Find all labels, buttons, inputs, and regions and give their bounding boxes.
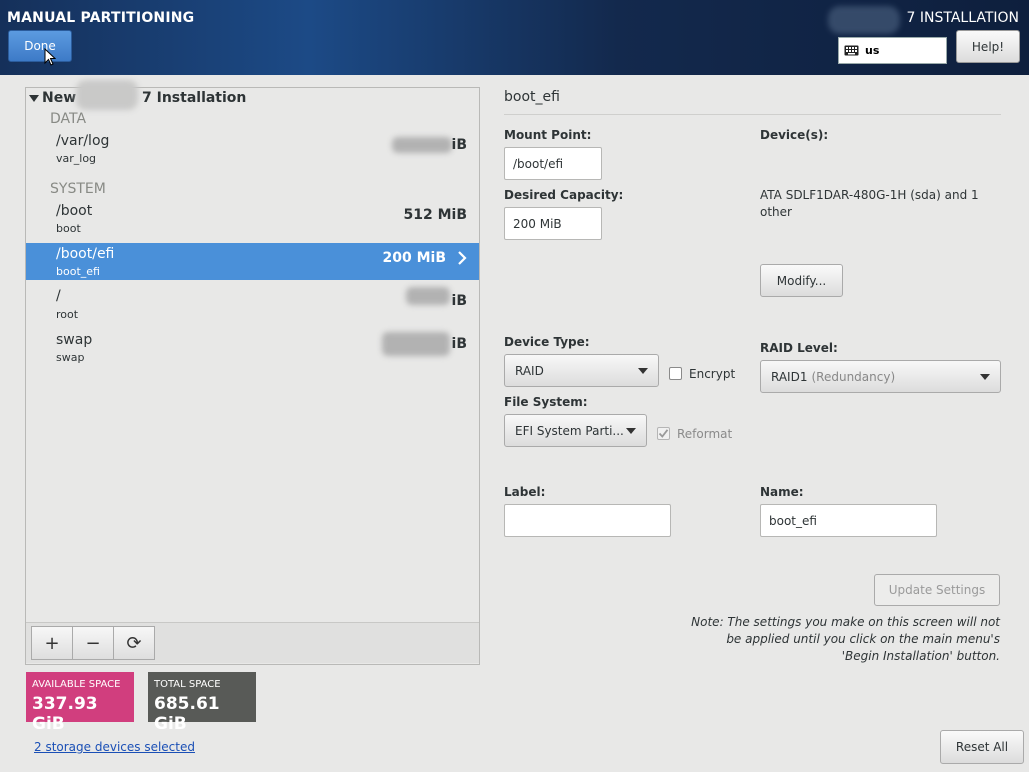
keyboard-layout-indicator[interactable]: us xyxy=(838,37,947,64)
encrypt-label: Encrypt xyxy=(689,367,736,381)
mount-point-input[interactable]: /boot/efi xyxy=(504,147,602,180)
reformat-checkbox[interactable] xyxy=(657,427,670,440)
reset-all-button[interactable]: Reset All xyxy=(940,730,1024,764)
detail-title: boot_efi xyxy=(504,89,560,105)
installation-title: 7 INSTALLATION xyxy=(906,10,1019,26)
raid-level-label: RAID Level: xyxy=(760,341,838,355)
device-type-dropdown[interactable]: RAID xyxy=(504,354,659,387)
device-type-label: Device Type: xyxy=(504,335,590,349)
partition-mount: swap xyxy=(56,332,93,348)
divider xyxy=(504,114,1001,115)
name-input[interactable]: boot_efi xyxy=(760,504,937,537)
redacted-distro-name xyxy=(76,80,138,110)
modify-button[interactable]: Modify... xyxy=(760,264,843,297)
page-title: MANUAL PARTITIONING xyxy=(7,10,195,26)
partition-device: swap xyxy=(56,351,85,364)
label-field-label: Label: xyxy=(504,485,546,499)
dropdown-arrow-icon xyxy=(638,367,648,374)
total-space-box: TOTAL SPACE 685.61 GiB xyxy=(148,672,256,734)
check-icon xyxy=(658,429,669,438)
raid-level-value: RAID1 xyxy=(771,369,808,384)
mount-point-label: Mount Point: xyxy=(504,128,592,142)
available-space-value: 337.93 GiB xyxy=(32,694,98,734)
partition-mount: /boot/efi xyxy=(56,246,115,262)
partition-size: iB xyxy=(451,293,467,309)
settings-note: Note: The settings you make on this scre… xyxy=(691,615,1000,663)
dropdown-arrow-icon xyxy=(980,373,990,380)
total-space-value: 685.61 GiB xyxy=(154,694,220,734)
redacted-product-name xyxy=(828,6,900,34)
devices-label: Device(s): xyxy=(760,128,829,142)
reformat-label: Reformat xyxy=(677,427,733,441)
partition-size: 512 MiB xyxy=(403,207,468,223)
file-system-value: EFI System Parti... xyxy=(515,423,624,438)
partition-size: 200 MiB xyxy=(382,250,447,266)
file-system-dropdown[interactable]: EFI System Parti... xyxy=(504,414,647,447)
partition-mount: /var/log xyxy=(56,133,110,149)
available-space-label: AVAILABLE SPACE xyxy=(32,679,121,690)
partition-device: boot_efi xyxy=(56,265,100,278)
storage-devices-link[interactable]: 2 storage devices selected xyxy=(34,740,195,754)
total-space-label: TOTAL SPACE xyxy=(154,679,221,690)
expander-down-icon[interactable] xyxy=(29,95,39,103)
remove-partition-button[interactable]: − xyxy=(72,626,114,660)
help-button[interactable]: Help! xyxy=(956,30,1020,63)
tree-root-prefix: New xyxy=(42,90,77,106)
partition-size: iB xyxy=(451,336,467,352)
partition-size: iB xyxy=(451,137,467,153)
devices-value: ATA SDLF1DAR-480G-1H (sda) and 1 other xyxy=(760,188,979,219)
section-header-data: DATA xyxy=(50,111,87,127)
capacity-label: Desired Capacity: xyxy=(504,188,624,202)
label-input[interactable] xyxy=(504,504,671,537)
partition-device: var_log xyxy=(56,152,97,165)
chevron-right-icon xyxy=(458,251,467,265)
partition-tree-panel xyxy=(25,87,480,665)
device-type-value: RAID xyxy=(515,363,544,378)
raid-level-dropdown[interactable]: RAID1 (Redundancy) xyxy=(760,360,1001,393)
keyboard-layout-label: us xyxy=(865,44,880,57)
keyboard-icon xyxy=(844,45,859,56)
tree-root-suffix: 7 Installation xyxy=(142,90,247,106)
partition-mount: /boot xyxy=(56,203,93,219)
add-partition-button[interactable]: + xyxy=(31,626,73,660)
partition-device: boot xyxy=(56,222,81,235)
partition-mount: / xyxy=(56,288,61,304)
partition-device: root xyxy=(56,308,79,321)
dropdown-arrow-icon xyxy=(626,427,636,434)
name-field-label: Name: xyxy=(760,485,804,499)
update-settings-button[interactable]: Update Settings xyxy=(874,574,1000,606)
raid-level-hint: (Redundancy) xyxy=(811,369,896,384)
available-space-box: AVAILABLE SPACE 337.93 GiB xyxy=(26,672,134,734)
done-button[interactable]: Done xyxy=(8,30,72,62)
file-system-label: File System: xyxy=(504,395,588,409)
mouse-cursor-icon xyxy=(44,48,56,66)
capacity-input[interactable]: 200 MiB xyxy=(504,207,602,240)
refresh-button[interactable]: ⟳ xyxy=(113,626,155,660)
section-header-system: SYSTEM xyxy=(50,181,106,197)
encrypt-checkbox[interactable] xyxy=(669,367,682,380)
